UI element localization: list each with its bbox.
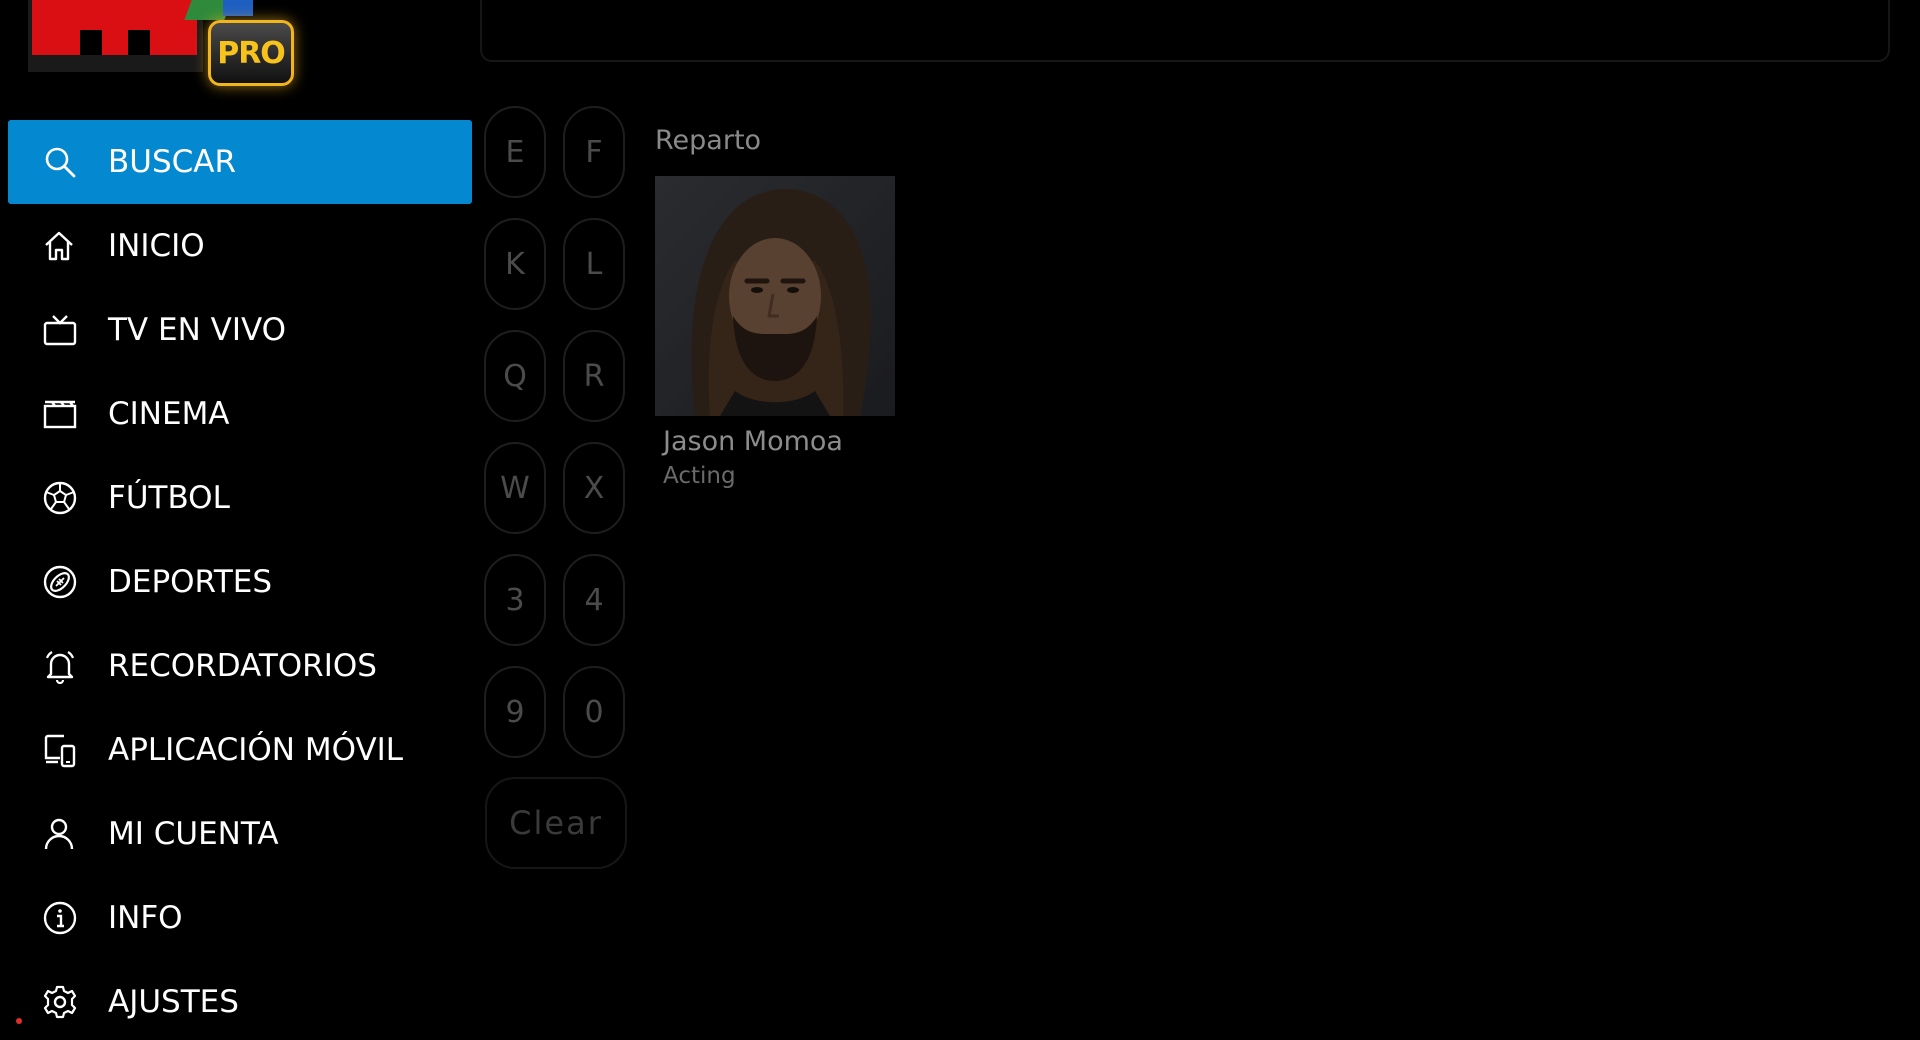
gear-icon	[42, 984, 98, 1020]
user-icon	[42, 816, 98, 852]
cast-photo	[655, 176, 895, 416]
logo-red-letters	[32, 0, 197, 55]
keyboard-key[interactable]: L	[563, 218, 625, 310]
app-logo: PRO	[28, 0, 294, 90]
sidebar-item-mi-cuenta[interactable]: MI CUENTA	[8, 792, 472, 876]
keyboard-key[interactable]: X	[563, 442, 625, 534]
sidebar-menu: BUSCAR INICIO TV EN VIVO CINEMA FÚTBOL D…	[0, 120, 480, 1040]
keyboard-key[interactable]: R	[563, 330, 625, 422]
keyboard-key[interactable]: F	[563, 106, 625, 198]
mobile-app-icon	[42, 732, 98, 768]
sidebar-item-tv-en-vivo[interactable]: TV EN VIVO	[8, 288, 472, 372]
sidebar-item-label: CINEMA	[108, 396, 230, 432]
cast-name: Jason Momoa	[663, 426, 843, 457]
sidebar-item-ajustes[interactable]: AJUSTES	[8, 960, 472, 1040]
bell-icon	[42, 648, 98, 684]
sidebar-item-info[interactable]: INFO	[8, 876, 472, 960]
sidebar-item-label: TV EN VIVO	[108, 312, 287, 348]
clear-button[interactable]: Clear	[485, 777, 627, 869]
sidebar-item-label: BUSCAR	[108, 144, 237, 180]
logo-notch	[80, 30, 102, 55]
sidebar-item-cinema[interactable]: CINEMA	[8, 372, 472, 456]
keyboard-key[interactable]: 0	[563, 666, 625, 758]
cast-role: Acting	[663, 463, 736, 489]
keyboard-key[interactable]: W	[484, 442, 546, 534]
sidebar-item-inicio[interactable]: INICIO	[8, 204, 472, 288]
status-dot	[16, 1018, 22, 1024]
home-icon	[42, 229, 98, 263]
keyboard-key[interactable]: 9	[484, 666, 546, 758]
cast-portrait-image	[655, 176, 895, 416]
sidebar-item-label: DEPORTES	[108, 564, 273, 600]
logo-pro-badge: PRO	[208, 20, 294, 86]
football-icon	[42, 564, 98, 600]
clapperboard-icon	[42, 398, 98, 430]
sidebar-item-label: AJUSTES	[108, 984, 239, 1020]
sidebar-item-deportes[interactable]: DEPORTES	[8, 540, 472, 624]
sidebar-item-label: APLICACIÓN MÓVIL	[108, 732, 404, 768]
sidebar-item-label: RECORDATORIOS	[108, 648, 377, 684]
search-icon	[42, 144, 98, 180]
sidebar-item-label: INFO	[108, 900, 183, 936]
sidebar-item-aplicacion-movil[interactable]: APLICACIÓN MÓVIL	[8, 708, 472, 792]
tv-icon	[42, 313, 98, 347]
app-screen: PRO BUSCAR INICIO TV EN VIVO CINEMA FÚTB…	[0, 0, 1920, 1040]
soccer-ball-icon	[42, 480, 98, 516]
sidebar-item-label: MI CUENTA	[108, 816, 279, 852]
sidebar-item-buscar[interactable]: BUSCAR	[8, 120, 472, 204]
info-icon	[42, 900, 98, 936]
logo-notch	[128, 30, 150, 55]
sidebar-item-label: FÚTBOL	[108, 480, 230, 516]
keyboard-key[interactable]: E	[484, 106, 546, 198]
section-title-cast: Reparto	[655, 125, 762, 156]
logo-blue-stripe	[223, 0, 253, 16]
keyboard-key[interactable]: K	[484, 218, 546, 310]
keyboard-key[interactable]: 3	[484, 554, 546, 646]
keyboard-key[interactable]: 4	[563, 554, 625, 646]
keyboard-key[interactable]: Q	[484, 330, 546, 422]
sidebar-item-futbol[interactable]: FÚTBOL	[8, 456, 472, 540]
cast-card[interactable]: Jason Momoa Acting	[655, 176, 895, 489]
search-input[interactable]	[480, 0, 1890, 62]
sidebar-item-label: INICIO	[108, 228, 205, 264]
sidebar-item-recordatorios[interactable]: RECORDATORIOS	[8, 624, 472, 708]
